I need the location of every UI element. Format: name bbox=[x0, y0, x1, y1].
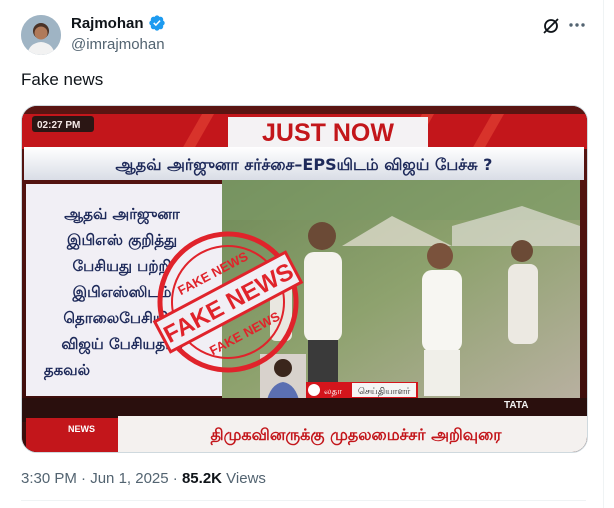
more-options-icon[interactable] bbox=[566, 14, 588, 36]
left-line-4: இபிஎஸ்ஸிடம் bbox=[72, 283, 172, 302]
meta-separator-2: · bbox=[168, 470, 182, 487]
left-line-7: தகவல் bbox=[44, 361, 90, 380]
user-handle[interactable]: @imrajmohan bbox=[71, 36, 165, 53]
left-line-3: பேசியது பற்றி bbox=[73, 257, 172, 276]
reporter-role: செய்தியாளர் bbox=[358, 387, 411, 397]
tweet-date[interactable]: Jun 1, 2025 bbox=[90, 470, 168, 487]
left-line-2: இபிஎஸ் குறித்து bbox=[66, 231, 177, 250]
avatar[interactable] bbox=[21, 15, 61, 55]
left-line-1: ஆதவ் அர்ஜுனா bbox=[64, 205, 181, 224]
corner-logo: TATA bbox=[504, 400, 528, 411]
tweet-time[interactable]: 3:30 PM bbox=[21, 470, 77, 487]
tweet: Rajmohan @imrajmohan Fake news 02:27 PM … bbox=[0, 0, 604, 508]
media-timestamp: 02:27 PM bbox=[37, 120, 80, 131]
divider bbox=[21, 500, 586, 501]
media-headline: ஆதவ் அர்ஜுனா சர்ச்சை–EPSயிடம் விஜய் பேச்… bbox=[116, 155, 493, 175]
tweet-meta: 3:30 PM · Jun 1, 2025 · 85.2K Views bbox=[21, 470, 266, 487]
views-label: Views bbox=[222, 470, 266, 487]
grok-icon[interactable] bbox=[541, 16, 561, 36]
banner-just-now: JUST NOW bbox=[262, 119, 394, 147]
tweet-image[interactable]: 02:27 PM JUST NOW ஆதவ் அர்ஜுனா சர்ச்சை–E… bbox=[21, 105, 588, 453]
views-count: 85.2K bbox=[181, 470, 222, 487]
verified-badge-icon bbox=[148, 14, 166, 32]
tweet-text: Fake news bbox=[21, 70, 104, 89]
ticker-text: திமுகவினருக்கு முதலமைச்சர் அறிவுரை bbox=[211, 425, 503, 446]
reporter-name: லதா bbox=[324, 387, 342, 397]
meta-separator: · bbox=[76, 470, 91, 487]
display-name[interactable]: Rajmohan bbox=[71, 15, 144, 32]
channel-logo: NEWS bbox=[68, 424, 95, 434]
